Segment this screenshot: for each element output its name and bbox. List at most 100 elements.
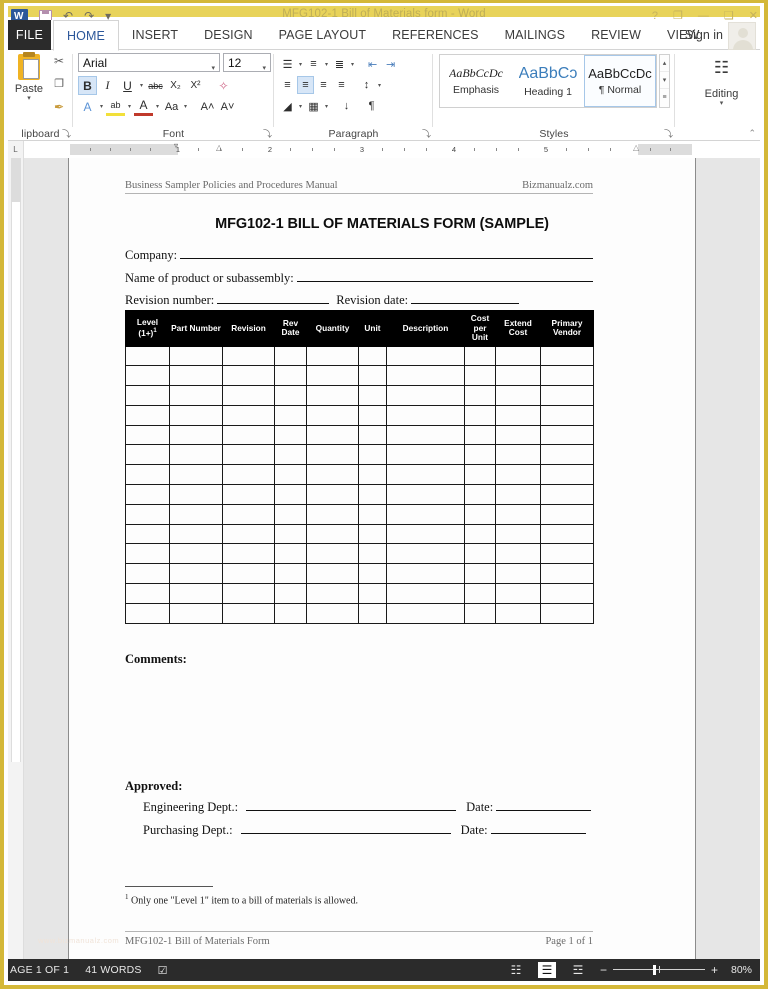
tab-file[interactable]: FILE bbox=[8, 20, 51, 50]
font-name-input[interactable]: Arial ▾ bbox=[78, 53, 220, 72]
table-cell[interactable] bbox=[222, 404, 275, 426]
table-cell[interactable] bbox=[386, 602, 465, 624]
table-cell[interactable] bbox=[540, 404, 594, 426]
table-cell[interactable] bbox=[540, 345, 594, 367]
company-field-line[interactable]: Company: bbox=[125, 247, 593, 263]
table-cell[interactable] bbox=[306, 583, 359, 604]
table-cell[interactable] bbox=[464, 444, 496, 466]
bullets-button[interactable]: ☰ bbox=[279, 55, 296, 73]
table-cell[interactable] bbox=[306, 385, 359, 406]
table-cell[interactable] bbox=[169, 385, 223, 406]
line-spacing-caret-icon[interactable]: ▾ bbox=[376, 82, 383, 89]
italic-button[interactable]: I bbox=[98, 76, 117, 95]
shading-button[interactable]: ◢ bbox=[279, 97, 296, 115]
table-row[interactable] bbox=[125, 365, 594, 387]
table-cell[interactable] bbox=[306, 345, 359, 367]
table-row[interactable] bbox=[125, 484, 594, 505]
grow-font-button[interactable]: A˄ bbox=[198, 97, 217, 116]
styles-more-icon[interactable]: ≡ bbox=[660, 89, 669, 106]
hanging-indent-marker[interactable]: △ bbox=[216, 143, 222, 152]
table-cell[interactable] bbox=[222, 602, 275, 624]
table-cell[interactable] bbox=[495, 523, 541, 545]
table-cell[interactable] bbox=[495, 602, 541, 624]
table-cell[interactable] bbox=[464, 424, 496, 446]
table-cell[interactable] bbox=[169, 444, 223, 466]
purchasing-approval-line[interactable]: Purchasing Dept.: Date: bbox=[143, 822, 593, 838]
show-formatting-marks-button[interactable]: ¶ bbox=[363, 97, 380, 115]
table-cell[interactable] bbox=[464, 602, 496, 624]
tab-review[interactable]: REVIEW bbox=[578, 20, 654, 50]
style-item-normal[interactable]: AaBbCcDc ¶ Normal bbox=[584, 55, 656, 107]
table-cell[interactable] bbox=[464, 503, 496, 525]
table-cell[interactable] bbox=[358, 345, 387, 367]
highlight-caret-icon[interactable]: ▾ bbox=[126, 103, 133, 110]
table-cell[interactable] bbox=[464, 404, 496, 426]
subscript-button[interactable]: X₂ bbox=[166, 76, 185, 95]
engineering-date-field[interactable] bbox=[496, 799, 592, 811]
table-cell[interactable] bbox=[125, 385, 170, 406]
table-cell[interactable] bbox=[306, 484, 359, 505]
company-field[interactable] bbox=[180, 247, 593, 259]
table-row[interactable] bbox=[125, 602, 594, 624]
table-row[interactable] bbox=[125, 404, 594, 426]
table-cell[interactable] bbox=[274, 464, 307, 486]
decrease-indent-button[interactable]: ⇤ bbox=[364, 55, 381, 73]
table-cell[interactable] bbox=[464, 563, 496, 585]
table-cell[interactable] bbox=[274, 365, 307, 387]
read-mode-button[interactable]: ☷ bbox=[507, 962, 525, 978]
table-cell[interactable] bbox=[495, 503, 541, 525]
table-cell[interactable] bbox=[540, 424, 594, 446]
table-cell[interactable] bbox=[274, 444, 307, 466]
revision-line[interactable]: Revision number: Revision date: bbox=[125, 292, 593, 308]
tab-references[interactable]: REFERENCES bbox=[379, 20, 491, 50]
borders-caret-icon[interactable]: ▾ bbox=[323, 103, 330, 110]
table-cell[interactable] bbox=[125, 484, 170, 505]
table-cell[interactable] bbox=[169, 523, 223, 545]
table-row[interactable] bbox=[125, 464, 594, 486]
table-cell[interactable] bbox=[386, 444, 465, 466]
table-cell[interactable] bbox=[358, 444, 387, 466]
table-cell[interactable] bbox=[125, 563, 170, 585]
sign-in-link[interactable]: Sign in bbox=[685, 20, 723, 50]
styles-gallery[interactable]: AaBbCcDc Emphasis AaBbCɔ Heading 1 AaBbC… bbox=[439, 54, 657, 108]
line-spacing-button[interactable]: ↕ bbox=[358, 76, 375, 94]
table-cell[interactable] bbox=[306, 464, 359, 486]
table-cell[interactable] bbox=[495, 444, 541, 466]
style-item-emphasis[interactable]: AaBbCcDc Emphasis bbox=[440, 55, 512, 107]
table-cell[interactable] bbox=[125, 365, 170, 387]
paste-caret-icon[interactable]: ▾ bbox=[12, 95, 46, 103]
table-cell[interactable] bbox=[464, 345, 496, 367]
word-count[interactable]: 41 WORDS bbox=[85, 964, 141, 976]
bill-of-materials-table[interactable]: Level (1+)1 Part Number Revision Rev Date Qu… bbox=[125, 310, 594, 624]
table-cell[interactable] bbox=[540, 602, 594, 624]
table-cell[interactable] bbox=[306, 602, 359, 624]
table-cell[interactable] bbox=[274, 484, 307, 505]
styles-scroll-down-icon[interactable]: ▾ bbox=[660, 72, 669, 89]
table-cell[interactable] bbox=[125, 404, 170, 426]
tab-design[interactable]: DESIGN bbox=[191, 20, 266, 50]
table-cell[interactable] bbox=[169, 543, 223, 565]
change-case-caret-icon[interactable]: ▾ bbox=[182, 103, 189, 110]
table-cell[interactable] bbox=[358, 365, 387, 387]
text-highlight-color-button[interactable]: ab bbox=[106, 97, 126, 116]
tab-selector-icon[interactable]: L bbox=[8, 141, 24, 158]
align-left-button[interactable]: ≡ bbox=[279, 76, 296, 94]
revision-number-field[interactable] bbox=[217, 292, 330, 304]
table-cell[interactable] bbox=[495, 583, 541, 604]
collapse-ribbon-icon[interactable]: ⌃ bbox=[748, 128, 756, 139]
table-cell[interactable] bbox=[169, 424, 223, 446]
table-cell[interactable] bbox=[169, 404, 223, 426]
table-cell[interactable] bbox=[169, 602, 223, 624]
engineering-signature-field[interactable] bbox=[246, 799, 457, 811]
table-cell[interactable] bbox=[495, 543, 541, 565]
table-cell[interactable] bbox=[540, 444, 594, 466]
table-cell[interactable] bbox=[495, 385, 541, 406]
horizontal-ruler[interactable]: L 1 2 3 4 5 ▿ △ △ bbox=[8, 141, 760, 158]
table-cell[interactable] bbox=[274, 523, 307, 545]
table-cell[interactable] bbox=[274, 583, 307, 604]
page-indicator[interactable]: AGE 1 OF 1 bbox=[10, 964, 69, 976]
bullets-caret-icon[interactable]: ▾ bbox=[297, 61, 304, 68]
table-cell[interactable] bbox=[125, 583, 170, 604]
font-size-caret-icon[interactable]: ▾ bbox=[262, 60, 266, 77]
zoom-controls[interactable]: − + bbox=[600, 964, 718, 976]
